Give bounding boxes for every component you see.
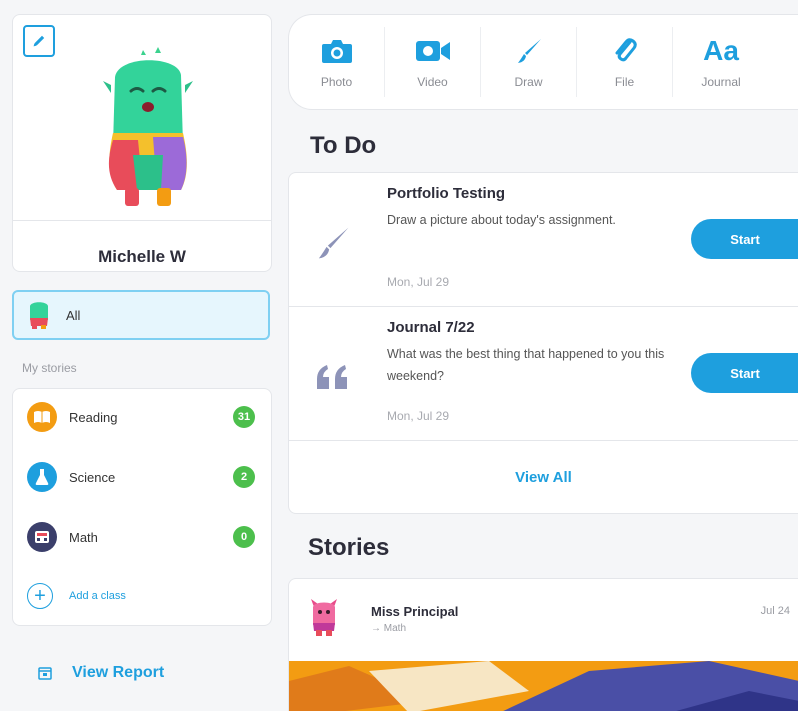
- view-all-link[interactable]: View All: [289, 469, 798, 486]
- class-name: Science: [69, 469, 116, 485]
- edit-profile-button[interactable]: [23, 25, 55, 57]
- tool-label: Journal: [701, 75, 741, 89]
- todo-item[interactable]: Portfolio Testing Draw a picture about t…: [289, 173, 798, 307]
- stories-filter-all-label: All: [66, 307, 81, 323]
- view-report-button[interactable]: View Report: [38, 664, 164, 682]
- tool-draw[interactable]: Draw: [481, 27, 577, 97]
- stories-section-title: Stories: [308, 534, 390, 561]
- profile-card: Michelle W: [12, 14, 272, 272]
- tool-label: File: [614, 75, 635, 89]
- paintbrush-icon: [318, 227, 349, 259]
- start-button[interactable]: Start: [691, 219, 798, 259]
- profile-name: Michelle W: [98, 247, 186, 266]
- monster-avatar-icon: [311, 599, 337, 636]
- todo-card: Portfolio Testing Draw a picture about t…: [288, 172, 798, 514]
- todo-date: Mon, Jul 29: [387, 275, 450, 289]
- start-button[interactable]: Start: [691, 353, 798, 393]
- calendar-icon: [38, 667, 52, 680]
- class-item-reading[interactable]: Reading 31: [13, 389, 271, 445]
- tool-journal[interactable]: Aa Journal: [673, 27, 769, 97]
- tool-file[interactable]: File: [577, 27, 673, 97]
- camera-icon: [321, 40, 352, 63]
- reading-icon: [27, 402, 57, 432]
- tool-photo[interactable]: Photo: [289, 27, 385, 97]
- view-report-label: View Report: [72, 664, 165, 681]
- flask-icon: [27, 462, 57, 492]
- add-post-toolbar: Photo Video Draw File Aa Journal: [288, 14, 798, 110]
- monster-avatar-icon: [30, 302, 48, 329]
- class-count-badge: 31: [233, 406, 255, 428]
- my-stories-label: My stories: [22, 361, 77, 375]
- tool-label: Video: [417, 75, 448, 89]
- story-image[interactable]: [289, 661, 798, 711]
- plus-icon: +: [27, 583, 53, 609]
- class-name: Reading: [69, 409, 118, 425]
- monster-avatar-icon: [103, 47, 193, 206]
- story-class: → Math: [371, 623, 407, 634]
- todo-description: What was the best thing that happened to…: [387, 347, 665, 383]
- add-class-button[interactable]: + Add a class: [27, 583, 126, 609]
- calculator-icon: [27, 522, 57, 552]
- add-class-label: Add a class: [69, 590, 126, 602]
- class-item-science[interactable]: Science 2: [13, 449, 271, 505]
- todo-date: Mon, Jul 29: [387, 409, 450, 423]
- story-post[interactable]: Miss Principal → Math Jul 24: [288, 578, 798, 711]
- class-name: Math: [69, 529, 98, 545]
- todo-description: Draw a picture about today's assignment.: [387, 213, 616, 227]
- story-author: Miss Principal: [371, 604, 459, 619]
- stories-filter-all[interactable]: All: [12, 290, 270, 340]
- paperclip-icon: [615, 38, 637, 62]
- profile-divider: [13, 220, 271, 221]
- todo-section-title: To Do: [310, 132, 377, 159]
- tool-label: Photo: [320, 75, 353, 89]
- video-camera-icon: [415, 41, 450, 61]
- quote-icon: [317, 365, 347, 389]
- text-aa-icon: Aa: [703, 35, 739, 66]
- tool-label: Draw: [514, 75, 543, 89]
- todo-title: Journal 7/22: [387, 319, 475, 336]
- story-date: Jul 24: [760, 605, 790, 617]
- class-count-badge: 2: [233, 466, 255, 488]
- tool-video[interactable]: Video: [385, 27, 481, 97]
- todo-item[interactable]: Journal 7/22 What was the best thing tha…: [289, 307, 798, 441]
- todo-title: Portfolio Testing: [387, 185, 506, 202]
- class-item-math[interactable]: Math 0: [13, 509, 271, 565]
- paintbrush-icon: [517, 39, 541, 63]
- class-count-badge: 0: [233, 526, 255, 548]
- pencil-icon: [33, 35, 45, 47]
- class-list: Reading 31 Science 2 Math 0 + Add a clas…: [12, 388, 272, 626]
